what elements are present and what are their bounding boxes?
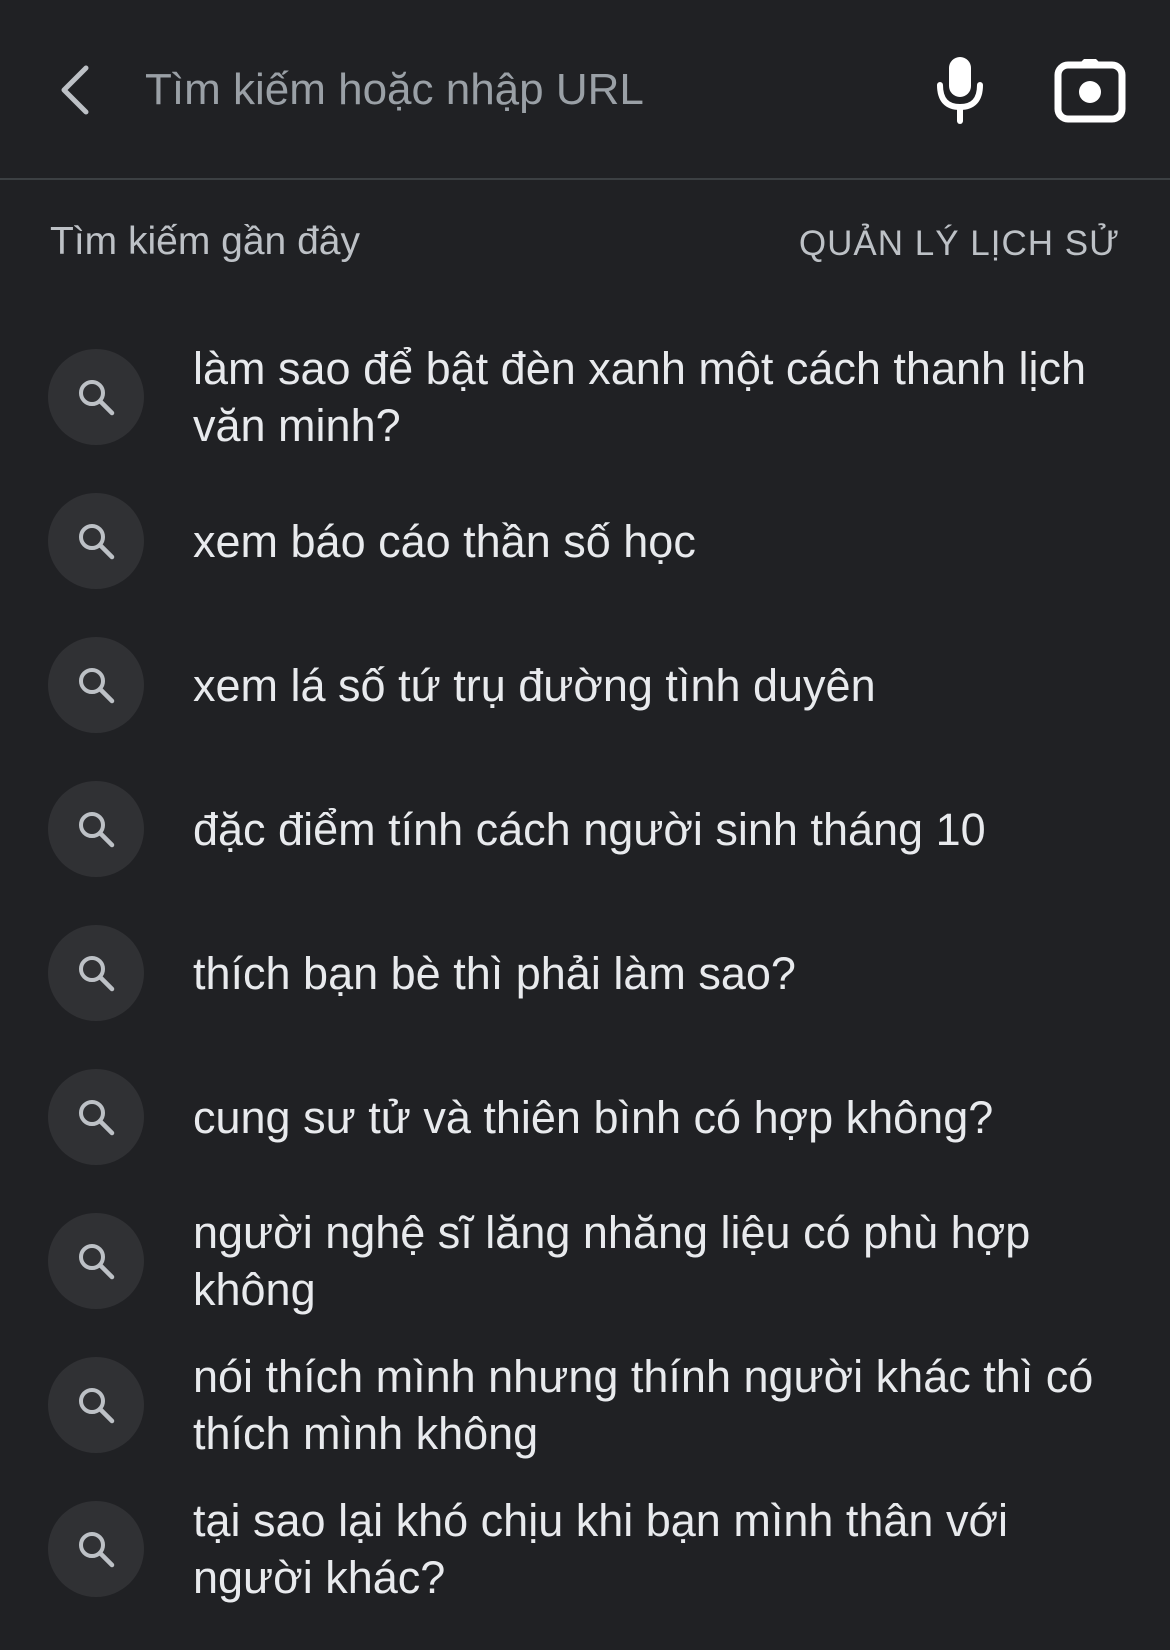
search-icon — [48, 493, 144, 589]
search-icon — [48, 781, 144, 877]
recent-search-text: xem báo cáo thần số học — [193, 515, 696, 567]
recent-search-text: tại sao lại khó chịu khi bạn mình thân v… — [193, 1495, 1008, 1603]
recent-search-text: nói thích mình nhưng thính người khác th… — [193, 1351, 1094, 1459]
search-icon — [48, 1501, 144, 1597]
search-icon — [48, 349, 144, 445]
recent-search-text: làm sao để bật đèn xanh một cách thanh l… — [193, 343, 1087, 451]
recent-search-item[interactable]: tại sao lại khó chịu khi bạn mình thân v… — [0, 1477, 1170, 1621]
recent-search-item[interactable]: làm sao để bật đèn xanh một cách thanh l… — [0, 325, 1170, 469]
recent-search-text: cung sư tử và thiên bình có hợp không? — [193, 1091, 994, 1143]
recent-search-item[interactable]: người nghệ sĩ lăng nhăng liệu có phù hợp… — [0, 1189, 1170, 1333]
search-icon — [48, 1213, 144, 1309]
recent-search-item[interactable]: đặc điểm tính cách người sinh tháng 10 — [0, 757, 1170, 901]
search-icon — [48, 1069, 144, 1165]
camera-icon — [1054, 59, 1126, 123]
recent-searches-header: Tìm kiếm gần đây QUẢN LÝ LỊCH SỬ — [0, 212, 1170, 272]
recent-search-list: làm sao để bật đèn xanh một cách thanh l… — [0, 325, 1170, 1621]
recent-search-item[interactable]: xem báo cáo thần số học — [0, 469, 1170, 613]
manage-history-link[interactable]: QUẢN LÝ LỊCH SỬ — [799, 224, 1120, 264]
voice-search-button[interactable] — [930, 52, 990, 128]
recent-search-text: xem lá số tứ trụ đường tình duyên — [193, 659, 876, 711]
recent-search-text: đặc điểm tính cách người sinh tháng 10 — [193, 803, 986, 855]
search-icon — [48, 925, 144, 1021]
microphone-icon — [937, 57, 983, 124]
recent-search-item[interactable]: thích bạn bè thì phải làm sao? — [0, 901, 1170, 1045]
search-icon — [48, 1357, 144, 1453]
recent-search-item[interactable]: cung sư tử và thiên bình có hợp không? — [0, 1045, 1170, 1189]
recent-search-text: người nghệ sĩ lăng nhăng liệu có phù hợp… — [193, 1207, 1031, 1315]
recent-searches-title: Tìm kiếm gần đây — [50, 220, 360, 263]
camera-search-button[interactable] — [1050, 52, 1130, 128]
recent-search-item[interactable]: xem lá số tứ trụ đường tình duyên — [0, 613, 1170, 757]
recent-search-item[interactable]: nói thích mình nhưng thính người khác th… — [0, 1333, 1170, 1477]
back-arrow-icon — [61, 65, 89, 115]
recent-search-text: thích bạn bè thì phải làm sao? — [193, 947, 796, 999]
search-input[interactable] — [145, 60, 885, 120]
back-button[interactable] — [50, 58, 100, 122]
search-toolbar — [0, 0, 1170, 180]
search-icon — [48, 637, 144, 733]
